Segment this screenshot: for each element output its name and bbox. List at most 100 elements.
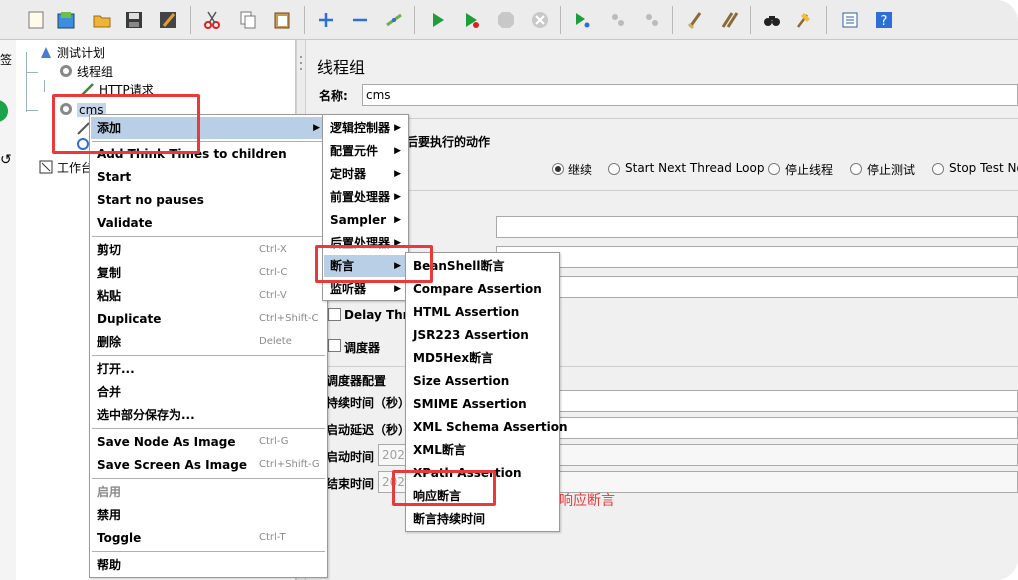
startup-delay-label: 启动延迟（秒） <box>326 423 411 437</box>
tree-label: 线程组 <box>77 65 114 79</box>
radio-label-stop-test: 停止测试 <box>867 163 916 177</box>
assertions-submenu: BeanShell断言 Compare Assertion HTML Asser… <box>405 252 568 532</box>
assertion-size[interactable]: Size Assertion <box>407 370 558 392</box>
templates-icon[interactable] <box>52 6 80 34</box>
menu-item-cut[interactable]: 剪切 Ctrl-X <box>91 239 326 261</box>
menu-item-add[interactable]: 添加 ▶ <box>91 117 326 139</box>
search-icon[interactable] <box>758 6 786 34</box>
copy-icon[interactable] <box>234 6 262 34</box>
ramp-up-field[interactable] <box>496 246 1018 268</box>
radio-label-start-next-loop: Start Next Thread Loop <box>625 161 765 175</box>
error-action-title: 后要执行的动作 <box>406 135 491 149</box>
name-label: 名称: <box>319 89 348 103</box>
thread-count-field[interactable] <box>496 216 1018 238</box>
radio-stop-thread[interactable] <box>768 163 780 175</box>
submenu-item-post-processor[interactable]: 后置处理器 ▶ <box>324 232 407 254</box>
menu-item-start[interactable]: Start <box>91 166 326 188</box>
submenu-item-logic-controller[interactable]: 逻辑控制器 ▶ <box>324 117 407 139</box>
menu-item-duplicate[interactable]: Duplicate Ctrl+Shift-C <box>91 308 326 330</box>
menu-item-add-think-times[interactable]: Add Think Times to children <box>91 143 326 165</box>
delay-thread-checkbox[interactable] <box>328 308 341 321</box>
menu-item-save-screen-image[interactable]: Save Screen As Image Ctrl+Shift-G <box>91 454 326 476</box>
menu-item-copy[interactable]: 复制 Ctrl-C <box>91 262 326 284</box>
radio-label-continue: 继续 <box>568 163 593 177</box>
assertion-jsr223[interactable]: JSR223 Assertion <box>407 324 558 346</box>
tree-node-test-plan[interactable]: 测试计划 <box>38 44 105 62</box>
strip-hook-icon: ↺ <box>0 152 12 168</box>
tree-node-http-request[interactable]: HTTP请求 <box>80 81 154 99</box>
radio-stop-test[interactable] <box>850 163 862 175</box>
submenu-item-listener[interactable]: 监听器 ▶ <box>324 278 407 300</box>
remote-start-icon[interactable] <box>568 6 596 34</box>
menu-item-enable: 启用 <box>97 485 122 499</box>
submenu-item-config-element[interactable]: 配置元件 ▶ <box>324 140 407 162</box>
submenu-item-assertions[interactable]: 断言 ▶ <box>324 255 407 277</box>
submenu-item-sampler[interactable]: Sampler ▶ <box>324 209 407 231</box>
submenu-item-pre-processor[interactable]: 前置处理器 ▶ <box>324 186 407 208</box>
function-helper-icon[interactable] <box>836 6 864 34</box>
add-submenu: 逻辑控制器 ▶ 配置元件 ▶ 定时器 ▶ 前置处理器 ▶ Sampler ▶ 后置处理器 ▶… <box>322 114 409 301</box>
toggle-icon[interactable] <box>380 6 408 34</box>
duration-label: 持续时间（秒） <box>326 396 411 410</box>
name-field[interactable]: cms <box>362 84 1018 106</box>
scheduler-checkbox[interactable] <box>328 339 341 352</box>
annotation-text: 响应断言 <box>559 493 615 509</box>
remote-shutdown-icon[interactable] <box>638 6 666 34</box>
end-time-label: 结束时间 <box>326 477 375 491</box>
scheduler-config-title: 调度器配置 <box>326 374 387 388</box>
assertion-smime[interactable]: SMIME Assertion <box>407 393 558 415</box>
remote-stop-icon[interactable] <box>604 6 632 34</box>
tree-node-thread-group[interactable]: 线程组 <box>58 63 113 81</box>
menu-item-open[interactable]: 打开... <box>91 358 326 380</box>
assertion-compare[interactable]: Compare Assertion <box>407 278 558 300</box>
assertion-response[interactable]: 响应断言 <box>407 485 558 507</box>
start-icon[interactable] <box>424 6 452 34</box>
menu-item-delete[interactable]: 删除 Delete <box>91 331 326 353</box>
menu-item-disable[interactable]: 禁用 <box>91 504 326 526</box>
menu-item-merge[interactable]: 合并 <box>91 381 326 403</box>
radio-stop-test-now[interactable] <box>932 163 944 175</box>
menu-item-paste[interactable]: 粘贴 Ctrl-V <box>91 285 326 307</box>
open-icon[interactable] <box>88 6 116 34</box>
clear-icon[interactable] <box>682 6 710 34</box>
workbench-icon <box>38 159 54 175</box>
new-icon[interactable] <box>22 6 50 34</box>
shutdown-icon[interactable] <box>526 6 554 34</box>
tree-label: 工作台 <box>57 161 94 175</box>
save-icon[interactable] <box>120 6 148 34</box>
clear-all-icon[interactable] <box>716 6 744 34</box>
stop-icon[interactable] <box>492 6 520 34</box>
loop-count-field[interactable] <box>496 276 1018 298</box>
assertion-xml-schema[interactable]: XML Schema Assertion <box>407 416 568 438</box>
radio-continue[interactable] <box>552 163 564 175</box>
svg-text:?: ? <box>881 14 888 29</box>
radio-start-next-loop[interactable] <box>608 163 620 175</box>
tree-node-workbench[interactable]: 工作台 <box>38 159 93 177</box>
collapse-icon[interactable] <box>346 6 374 34</box>
start-no-pauses-icon[interactable] <box>458 6 486 34</box>
menu-item-start-no-pauses[interactable]: Start no pauses <box>91 189 326 211</box>
menu-item-toggle[interactable]: Toggle Ctrl-T <box>91 527 326 549</box>
menu-item-save-node-image[interactable]: Save Node As Image Ctrl-G <box>91 431 326 453</box>
submenu-item-timer[interactable]: 定时器 ▶ <box>324 163 407 185</box>
assertion-html[interactable]: HTML Assertion <box>407 301 558 323</box>
save-as-icon[interactable] <box>154 6 182 34</box>
expand-icon[interactable] <box>312 6 340 34</box>
scheduler-label: 调度器 <box>344 341 381 355</box>
assertion-md5hex[interactable]: MD5Hex断言 <box>407 347 558 369</box>
test-plan-icon <box>38 44 54 60</box>
assertion-xpath[interactable]: XPath Assertion <box>407 462 558 484</box>
gear-icon <box>58 63 74 79</box>
menu-item-save-selection[interactable]: 选中部分保存为... <box>91 404 326 426</box>
help-icon[interactable]: ? <box>870 6 898 34</box>
paste-icon[interactable] <box>268 6 296 34</box>
jmeter-window: ? 签 ↺ 测试计划 线程组 HTTP请求 cms 工作台 线程组 名称: cm… <box>0 0 1018 580</box>
page-title: 线程组 <box>317 58 366 77</box>
menu-item-validate[interactable]: Validate <box>91 212 326 234</box>
cut-icon[interactable] <box>198 6 226 34</box>
assertion-xml[interactable]: XML断言 <box>407 439 558 461</box>
menu-item-help[interactable]: 帮助 <box>91 554 326 576</box>
assertion-beanshell[interactable]: BeanShell断言 <box>407 255 558 277</box>
reset-search-icon[interactable] <box>790 6 818 34</box>
assertion-duration[interactable]: 断言持续时间 <box>407 508 558 530</box>
